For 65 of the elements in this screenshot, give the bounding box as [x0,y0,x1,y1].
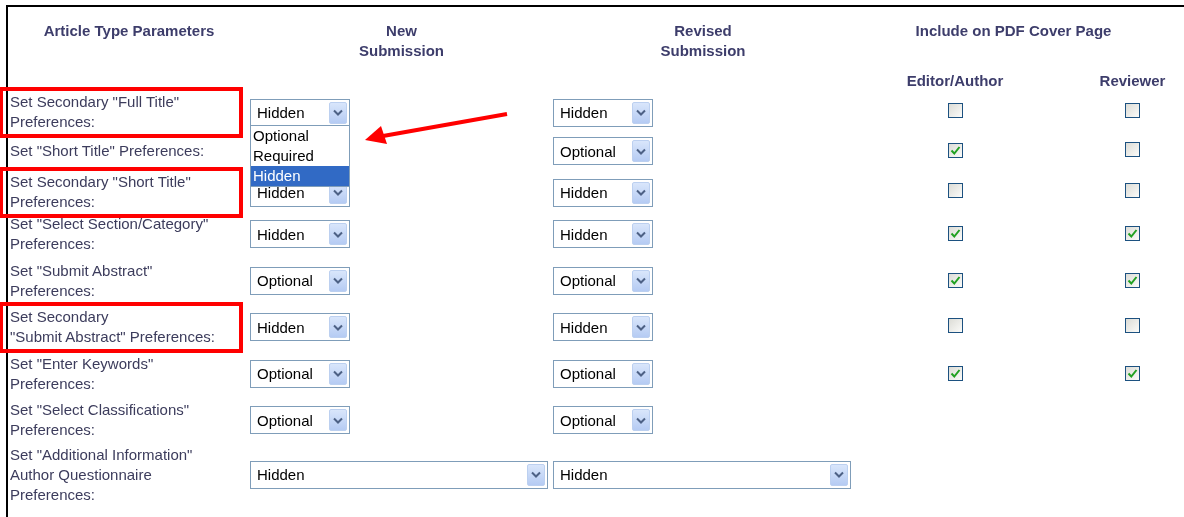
column-header: Revised Submission [659,21,747,61]
dropdown-select[interactable]: Hidden [250,98,350,127]
column-header: Include on PDF Cover Page [914,21,1113,41]
chevron-icon [333,323,343,331]
row-label: Set "Additional Information" Author Questionnaire Preferences: [9,444,194,505]
chevron-icon [636,323,646,331]
column-header: Editor/Author [906,71,1004,91]
chevron-icon [636,277,646,285]
column-header: Reviewer [1098,71,1166,91]
chevron-icon [531,471,541,478]
dropdown-option[interactable]: Required [251,146,349,166]
row-label: Set "Short Title" Preferences: [9,141,206,161]
dropdown-select[interactable]: Optional [250,266,350,295]
dropdown-option[interactable]: Hidden [251,166,349,186]
dropdown-select[interactable]: Optional [553,359,653,388]
chevron-icon [333,109,343,116]
dropdown-select[interactable]: Hidden [553,313,653,342]
chevron-icon [333,189,343,196]
checkbox[interactable] [947,226,963,242]
dropdown-option[interactable]: Optional [251,126,349,146]
checkbox[interactable] [1125,103,1140,118]
chevron-icon [333,416,343,424]
chevron-icon [636,370,646,378]
dropdown-select[interactable]: Hidden [250,313,350,342]
row-label: Set "Submit Abstract" Preferences: [9,260,154,301]
chevron-icon [636,189,646,196]
row-label: Set Secondary "Short Title" Preferences: [9,172,192,212]
dropdown-select[interactable]: Optional [250,359,350,388]
checkbox[interactable] [947,103,963,118]
checkbox[interactable] [1125,365,1140,381]
checkbox[interactable] [947,317,963,333]
checkbox[interactable] [1125,141,1140,157]
row-label: Set "Enter Keywords" Preferences: [9,353,155,394]
row-label: Set Secondary "Submit Abstract" Preferences: [9,306,216,347]
dropdown-select[interactable]: Optional [553,137,653,165]
chevron-icon [333,370,343,378]
chevron-icon [333,230,343,238]
chevron-icon [636,230,646,238]
checkbox[interactable] [947,272,963,288]
checkbox[interactable] [947,143,963,158]
chevron-icon [333,277,343,285]
dropdown-select[interactable]: Hidden [553,178,653,207]
checkbox[interactable] [1125,317,1140,333]
column-header: Article Type Parameters [42,21,216,41]
row-label: Set Secondary "Full Title" Preferences: [9,92,181,132]
chevron-icon [834,471,844,478]
row-label: Set "Select Classifications" Preferences: [9,400,191,441]
dropdown-select[interactable]: Hidden [553,460,851,489]
chevron-icon [636,147,646,155]
checkbox[interactable] [1125,272,1140,288]
dropdown-select[interactable]: Hidden [553,98,653,127]
column-header: New Submission [358,21,445,61]
checkbox[interactable] [947,365,963,381]
dropdown-select[interactable]: Hidden [250,460,548,489]
chevron-icon [636,416,646,424]
checkbox[interactable] [1125,183,1140,198]
checkbox[interactable] [1125,226,1140,242]
dropdown-select[interactable]: Hidden [553,220,653,249]
row-label: Set "Select Section/Category" Preferences: [9,214,210,255]
dropdown-select[interactable]: Optional [250,406,350,435]
dropdown-select[interactable]: Hidden [250,220,350,249]
dropdown-select[interactable]: Optional [553,266,653,295]
chevron-icon [636,109,646,116]
checkbox[interactable] [947,183,963,198]
dropdown-select[interactable]: Optional [553,406,653,435]
